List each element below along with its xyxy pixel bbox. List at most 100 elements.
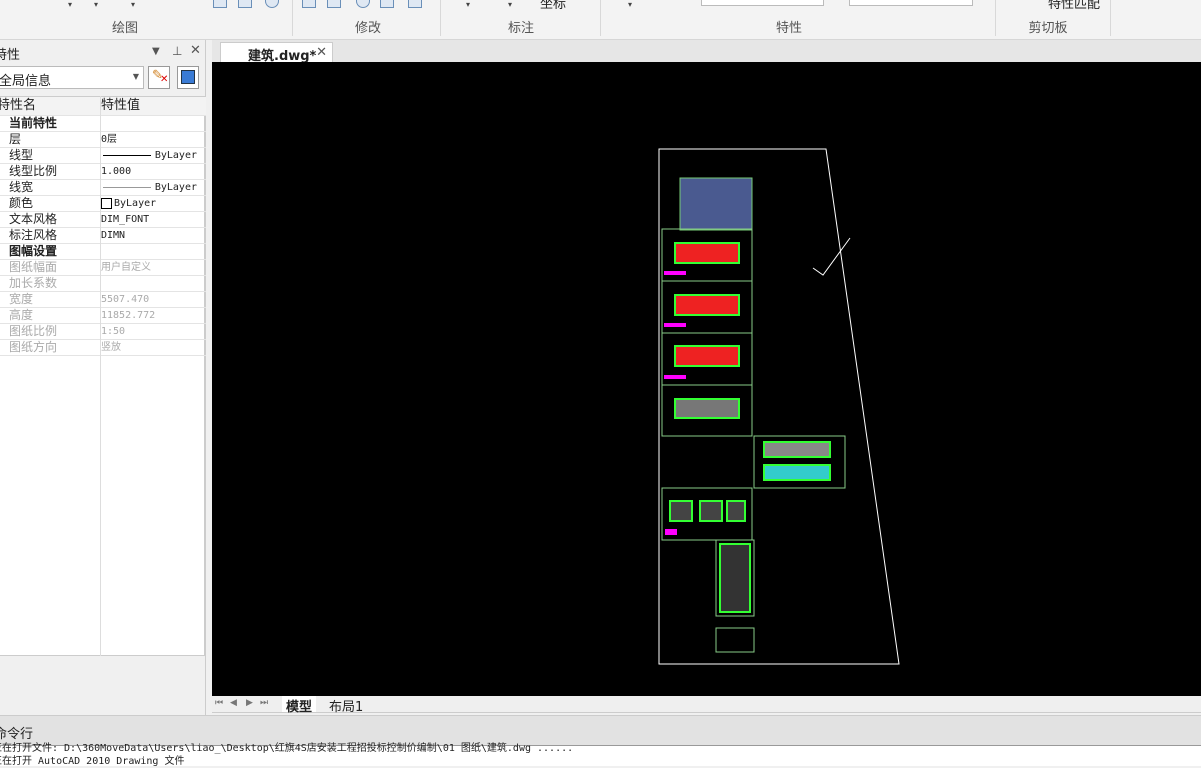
dropdown-arrow-icon[interactable]: ▾ — [508, 0, 512, 9]
floor-plans — [669, 242, 831, 613]
command-line: 正在打开 AutoCAD 2010 Drawing 文件 — [0, 756, 185, 767]
property-name: 标注风格 — [9, 228, 58, 242]
tab-layout1[interactable]: 布局1 — [325, 696, 367, 715]
property-name: 加长系数 — [9, 276, 58, 290]
coordinate-button[interactable]: 坐标 — [540, 0, 566, 12]
header-value: 特性值 — [101, 98, 141, 113]
property-name: 当前特性 — [9, 116, 58, 130]
close-tab-icon[interactable]: ✕ — [316, 45, 327, 60]
stretch-icon[interactable] — [327, 0, 341, 8]
close-icon[interactable]: ✕ — [190, 43, 201, 58]
tab-drawing[interactable]: 建筑.dwg* ✕ — [220, 42, 333, 64]
command-history[interactable]: 正在打开文件: D:\360MoveData\Users\liao_\Deskt… — [0, 743, 1201, 767]
property-row[interactable]: 高度 11852.772 — [0, 308, 206, 324]
chevron-down-icon: ▼ — [132, 72, 139, 81]
lineweight-select[interactable] — [849, 0, 973, 6]
property-row[interactable]: 文本风格 DIM_FONT — [0, 212, 206, 228]
property-name: 图纸方向 — [9, 340, 58, 354]
sheet-cover — [679, 177, 753, 231]
layout-tabs-bar: ⏮ ◀ ▶ ⏭ 模型 布局1 — [212, 696, 1201, 715]
properties-table: 特性名 特性值当前特性层 0层线型 ByLayer 线型比例 1.000 线宽 ByLayer… — [0, 96, 206, 656]
tab-model[interactable]: 模型 — [282, 696, 317, 715]
property-row[interactable]: 图纸幅面 用户自定义 — [0, 260, 206, 276]
property-row[interactable]: 线型 ByLayer — [0, 148, 206, 164]
section-row[interactable]: 当前特性 — [0, 116, 206, 132]
property-name: 图纸幅面 — [9, 260, 58, 274]
line-sample — [102, 154, 151, 156]
property-row[interactable]: 图纸比例 1:50 — [0, 324, 206, 340]
prev-tab-icon[interactable]: ◀ — [230, 698, 237, 708]
group-label-draw: 绘图 — [111, 21, 138, 36]
linetype-select[interactable] — [701, 0, 824, 6]
property-row[interactable]: 线宽 ByLayer — [0, 180, 206, 196]
group-label-properties: 特性 — [775, 21, 802, 36]
offset-icon[interactable] — [302, 0, 316, 8]
property-name: 宽度 — [9, 292, 34, 306]
table-header: 特性名 特性值 — [0, 97, 206, 116]
first-tab-icon[interactable]: ⏮ — [215, 698, 223, 708]
object-type-value: 全局信息 — [0, 74, 52, 89]
property-row[interactable]: 线型比例 1.000 — [0, 164, 206, 180]
property-value: DIMN — [101, 230, 126, 241]
property-value: 1.000 — [101, 166, 132, 177]
property-name: 层 — [9, 132, 22, 146]
property-name: 图纸比例 — [9, 324, 58, 338]
property-value: ByLayer — [154, 150, 197, 161]
property-value: 11852.772 — [101, 310, 156, 321]
last-tab-icon[interactable]: ⏭ — [260, 698, 268, 708]
group-label-clipboard: 剪切板 — [1028, 21, 1068, 36]
boundary-icon[interactable] — [265, 0, 279, 8]
property-row[interactable]: 层 0层 — [0, 132, 206, 148]
region-icon[interactable] — [238, 0, 252, 8]
property-name: 图幅设置 — [9, 244, 58, 258]
property-value: 0层 — [101, 134, 118, 145]
mirror-icon[interactable] — [380, 0, 394, 8]
panel-title: 特性 — [0, 48, 21, 63]
clear-selection-button[interactable]: ✎ ✕ — [148, 66, 170, 89]
pin-icon[interactable]: ⊥ — [172, 44, 182, 58]
sheet-column — [661, 228, 846, 653]
select-objects-icon — [181, 70, 195, 84]
drawing-svg — [658, 148, 900, 665]
property-name: 线型比例 — [9, 164, 58, 178]
header-name: 特性名 — [0, 98, 37, 113]
rotate-icon[interactable] — [356, 0, 370, 8]
line-sample — [102, 186, 151, 188]
property-name: 线型 — [9, 148, 34, 162]
x-icon: ✕ — [160, 74, 169, 85]
command-line-title: 命令行 — [0, 727, 34, 742]
group-label-dimension: 标注 — [507, 21, 534, 36]
property-name: 高度 — [9, 308, 34, 322]
dropdown-arrow-icon[interactable]: ▾ — [628, 0, 632, 9]
property-row[interactable]: 加长系数 — [0, 276, 206, 292]
dropdown-arrow-icon[interactable]: ▾ — [466, 0, 470, 9]
property-value: 5507.470 — [101, 294, 150, 305]
property-value: 竖放 — [101, 342, 121, 353]
match-properties-button[interactable]: 特性匹配 — [1048, 0, 1100, 12]
next-tab-icon[interactable]: ▶ — [246, 698, 253, 708]
dropdown-arrow-icon[interactable]: ▾ — [94, 0, 98, 9]
object-type-select[interactable]: 全局信息 ▼ — [0, 66, 144, 89]
property-value: DIM_FONT — [101, 214, 150, 225]
property-row[interactable]: 宽度 5507.470 — [0, 292, 206, 308]
drawing-canvas[interactable] — [212, 62, 1201, 696]
property-value: 用户自定义 — [101, 262, 151, 273]
dropdown-arrow-icon[interactable]: ▾ — [68, 0, 72, 9]
section-row[interactable]: 图幅设置 — [0, 244, 206, 260]
edit-icon[interactable] — [408, 0, 422, 8]
check-mark-line — [812, 237, 851, 276]
property-row[interactable]: 图纸方向 竖放 — [0, 340, 206, 356]
property-name: 颜色 — [9, 196, 34, 210]
panel-menu-icon[interactable]: ▼ — [152, 46, 160, 57]
property-value: ByLayer — [154, 182, 197, 193]
dropdown-arrow-icon[interactable]: ▾ — [131, 0, 135, 9]
property-row[interactable]: 标注风格 DIMN — [0, 228, 206, 244]
property-value: 1:50 — [101, 326, 126, 337]
ribbon: ▾ ▾ ▾ ▾ ▾ 坐标 ▾ 特性匹配 绘图 修改 标注 特性 剪切板 — [0, 0, 1201, 40]
hatch-icon[interactable] — [213, 0, 227, 8]
document-tabs: 建筑.dwg* ✕ — [212, 40, 1201, 64]
quick-select-button[interactable] — [177, 66, 199, 89]
properties-panel: 特性 ▼ ⊥ ✕ 全局信息 ▼ ✎ ✕ 特性名 特性值当前特性层 0层线型 ByLay… — [0, 40, 206, 715]
property-row[interactable]: 颜色 ByLayer — [0, 196, 206, 212]
property-name: 线宽 — [9, 180, 34, 194]
